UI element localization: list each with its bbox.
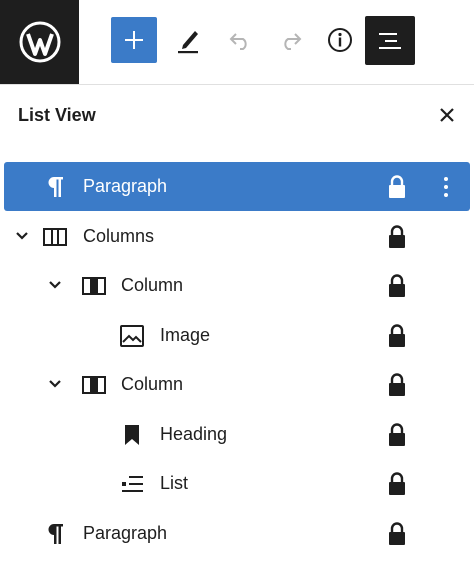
chevron-down-icon[interactable] [12,226,32,246]
list-item-label: Paragraph [83,176,168,196]
redo-icon [284,33,302,50]
chevron-down-icon[interactable] [45,275,65,295]
list-item-label: List [160,473,189,493]
list-item-list[interactable]: List [4,459,470,508]
list-view-button[interactable] [365,16,415,65]
undo-button[interactable] [217,17,263,63]
more-options-icon[interactable] [436,174,456,200]
paragraph-icon [42,521,68,547]
list-item-label: Paragraph [83,523,168,543]
list-item-column[interactable]: Column [4,360,470,409]
wordpress-logo-icon [19,21,60,63]
list-item-label: Heading [160,424,228,444]
lock-icon [389,324,405,347]
editor-toolbar [0,0,474,85]
list-item-paragraph-selected[interactable]: Paragraph [4,162,470,211]
list-item-label: Column [121,374,184,394]
list-item-column[interactable]: Column [4,261,470,310]
lock-icon [389,472,405,495]
close-button[interactable] [432,100,462,130]
tools-button[interactable] [166,17,212,63]
list-view-icon [379,32,401,49]
list-item-columns[interactable]: Columns [4,212,470,261]
list-item-paragraph[interactable]: Paragraph [4,509,470,558]
wordpress-logo-button[interactable] [0,0,79,84]
add-block-button[interactable] [111,17,157,63]
heading-bookmark-icon [119,422,145,448]
info-icon [328,28,352,52]
paragraph-icon [42,174,68,200]
undo-icon [229,33,247,50]
lock-icon [389,522,405,545]
lock-icon [389,373,405,396]
close-icon [440,108,454,122]
pencil-icon [178,31,198,54]
list-item-label: Image [160,325,211,345]
list-view-panel-header: List View [0,85,474,149]
plus-icon [125,31,143,49]
list-item-label: Columns [83,226,155,246]
lock-icon [389,225,405,248]
column-icon [81,372,107,398]
redo-button[interactable] [268,17,314,63]
list-item-image[interactable]: Image [4,311,470,360]
column-icon [81,273,107,299]
lock-icon [389,274,405,297]
lock-icon [389,423,405,446]
lock-icon [389,175,405,198]
panel-title: List View [18,105,96,125]
list-item-heading[interactable]: Heading [4,410,470,459]
list-item-label: Column [121,275,184,295]
list-icon [119,471,145,497]
image-icon [119,323,145,349]
chevron-down-icon[interactable] [45,374,65,394]
details-button[interactable] [317,17,363,63]
columns-icon [42,224,68,250]
